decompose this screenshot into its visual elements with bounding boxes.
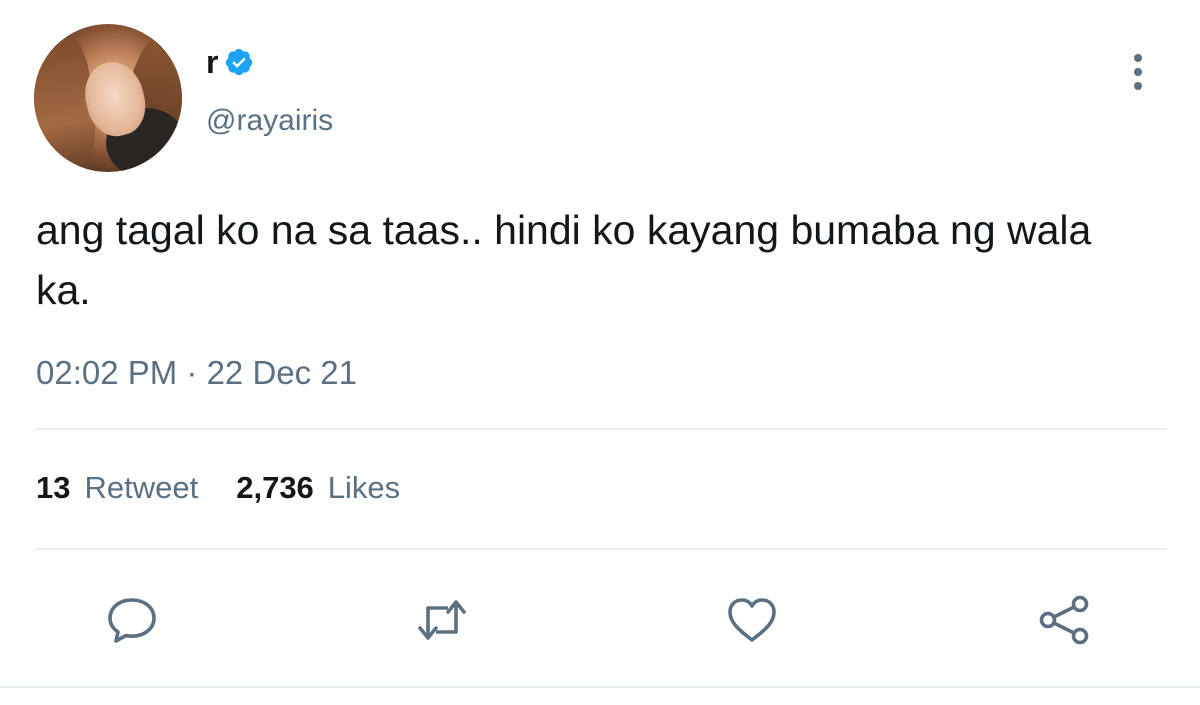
tweet-timestamp[interactable]: 02:02 PM · 22 Dec 21 [36,354,357,392]
reply-button[interactable] [104,594,160,646]
retweet-stat[interactable]: 13 Retweet [36,470,198,506]
author-handle[interactable]: @rayairis [206,104,333,138]
comment-icon [108,598,156,643]
divider [0,686,1200,688]
heart-icon [728,598,776,642]
like-button[interactable] [724,594,780,646]
share-icon [1039,595,1089,645]
like-count: 2,736 [236,470,314,505]
author-name-row[interactable]: r [206,40,254,84]
engagement-stats: 13 Retweet 2,736 Likes [36,470,400,506]
avatar[interactable] [34,24,182,172]
author-display-name[interactable]: r [206,44,218,81]
retweet-icon [418,600,466,640]
retweet-count: 13 [36,470,71,505]
divider [36,428,1166,430]
likes-stat[interactable]: 2,736 Likes [236,470,400,506]
verified-badge-icon [224,47,254,77]
tweet-text: ang tagal ko na sa taas.. hindi ko kayan… [36,207,1092,313]
more-options-icon[interactable] [1126,52,1150,92]
share-button[interactable] [1036,594,1092,646]
divider [36,548,1166,550]
like-label: Likes [327,470,401,505]
retweet-button[interactable] [414,594,470,646]
retweet-label: Retweet [84,470,199,505]
tweet-card: r @rayairis ang tagal ko na sa taas.. hi… [0,0,1200,705]
